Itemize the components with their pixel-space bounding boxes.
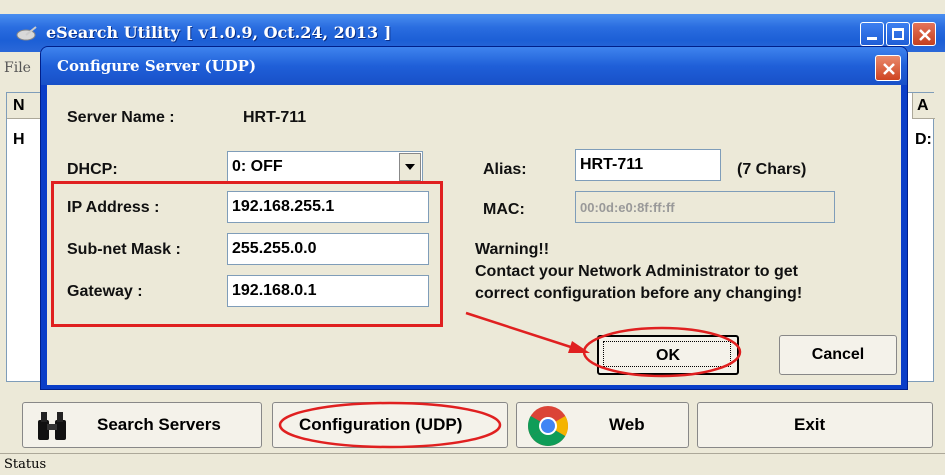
web-button[interactable]: Web [516, 402, 689, 448]
close-icon [919, 29, 931, 41]
network-settings-highlight-box [51, 181, 443, 327]
exit-label: Exit [794, 415, 826, 434]
minimize-icon [867, 37, 877, 40]
dialog-close-button[interactable] [875, 55, 901, 81]
warning-text-line1: Contact your Network Administrator to ge… [475, 263, 798, 280]
search-servers-button[interactable]: Search Servers [22, 402, 262, 448]
dhcp-dropdown-button[interactable] [399, 153, 421, 181]
ok-focus-rectangle [603, 341, 731, 367]
status-text: Status [4, 457, 47, 472]
dialog-body: Server Name : HRT-711 DHCP: 0: OFF IP Ad… [47, 85, 901, 385]
alias-input[interactable]: HRT-711 [575, 149, 721, 181]
column-header-text: A [917, 97, 929, 114]
binoculars-icon [38, 412, 66, 440]
warning-title: Warning!! [475, 241, 550, 258]
mac-label: MAC: [483, 201, 525, 218]
maximize-button[interactable] [886, 22, 910, 46]
column-header-alias[interactable]: A [912, 93, 935, 119]
configure-server-dialog: Configure Server (UDP) Server Name : HRT… [40, 46, 908, 390]
dhcp-label: DHCP: [67, 161, 118, 178]
satellite-dish-icon [16, 26, 37, 41]
server-name-label: Server Name : [67, 109, 175, 126]
warning-text-line2: correct configuration before any changin… [475, 285, 803, 302]
cancel-label: Cancel [811, 346, 865, 363]
dhcp-select[interactable]: 0: OFF [227, 151, 423, 183]
server-name-value: HRT-711 [243, 109, 307, 126]
cancel-button[interactable]: Cancel [779, 335, 897, 375]
dhcp-selected-value: 0: OFF [232, 158, 283, 175]
main-close-button[interactable] [912, 22, 936, 46]
web-label: Web [609, 415, 645, 434]
close-icon [883, 63, 895, 75]
search-servers-label: Search Servers [97, 415, 221, 434]
mac-address-field: 00:0d:e0:8f:ff:ff [575, 191, 835, 223]
list-item[interactable]: H [13, 131, 25, 149]
list-cell: D: [915, 131, 932, 148]
main-window-title: eSearch Utility [ v1.0.9, Oct.24, 2013 ] [46, 23, 392, 42]
menu-file[interactable]: File [4, 60, 31, 76]
alias-label: Alias: [483, 161, 527, 178]
status-bar: Status [0, 453, 945, 475]
configuration-udp-label: Configuration (UDP) [299, 415, 463, 434]
column-header-text: N [13, 97, 25, 114]
chrome-icon [528, 406, 568, 446]
chevron-down-icon [405, 164, 415, 170]
exit-button[interactable]: Exit [697, 402, 933, 448]
dialog-title: Configure Server (UDP) [57, 57, 257, 75]
configuration-udp-button[interactable]: Configuration (UDP) [272, 402, 508, 448]
alias-char-hint: (7 Chars) [737, 161, 807, 178]
maximize-icon [892, 28, 904, 40]
minimize-button[interactable] [860, 22, 884, 46]
dialog-titlebar[interactable]: Configure Server (UDP) [41, 47, 907, 85]
